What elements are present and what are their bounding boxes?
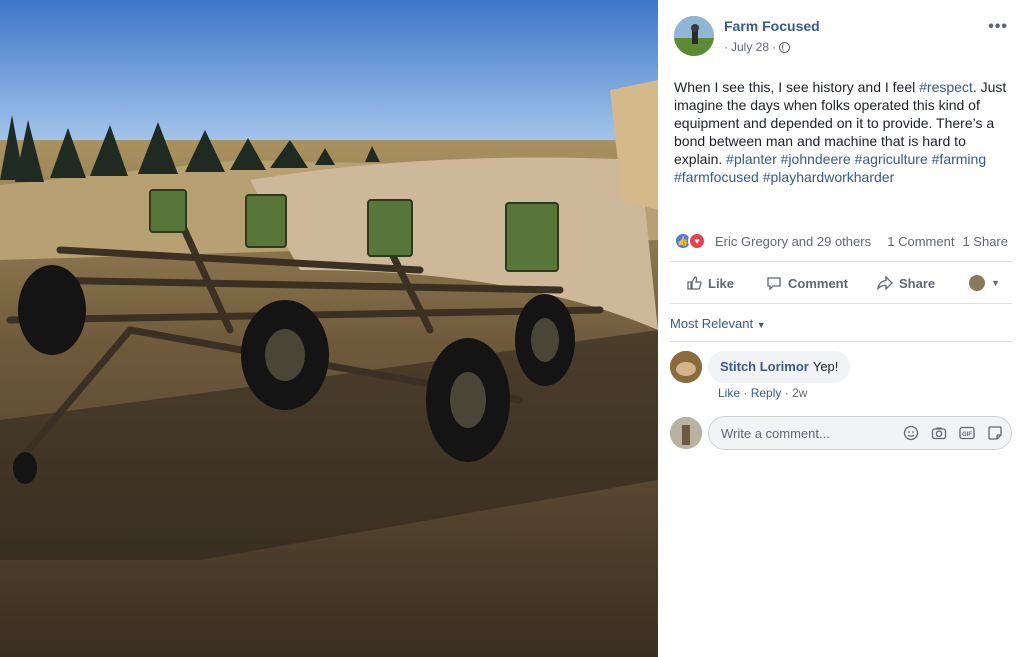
post-as-selector[interactable]: ▼ — [969, 266, 1000, 300]
share-label: Share — [899, 275, 936, 291]
dot-separator: · — [743, 386, 751, 400]
post-date[interactable]: July 28 — [731, 40, 769, 54]
comment-bubble: Stitch Lorimor Yep! — [708, 351, 851, 383]
emoji-icon[interactable] — [903, 425, 919, 441]
dot-separator: · — [784, 386, 793, 400]
page-avatar-image — [674, 16, 714, 56]
post-sidebar: Farm Focused · July 28 · ••• When I see … — [658, 0, 1024, 657]
page-avatar[interactable] — [674, 16, 714, 56]
page-name-link[interactable]: Farm Focused — [724, 18, 820, 34]
post-actions: Like Comment Share ▼ — [670, 266, 1012, 300]
chevron-down-icon: ▼ — [756, 320, 766, 330]
hashtag-johndeere[interactable]: #johndeere — [781, 151, 851, 167]
comment-sort-dropdown[interactable]: Most Relevant ▼ — [670, 316, 766, 331]
chevron-down-icon: ▼ — [991, 278, 1000, 288]
meta-separator: · — [724, 40, 728, 54]
hashtag-playhardworkharder[interactable]: #playhardworkharder — [763, 169, 895, 185]
user-avatar-small — [969, 275, 986, 291]
post-photo[interactable] — [0, 0, 658, 657]
svg-text:GIF: GIF — [962, 432, 972, 438]
reaction-names[interactable]: Eric Gregory and 29 others — [715, 234, 871, 249]
comment-author[interactable]: Stitch Lorimor — [720, 359, 809, 374]
reactions-bar: 👍 ♥ Eric Gregory and 29 others 1 Comment… — [674, 230, 1008, 252]
divider-3 — [670, 341, 1012, 342]
post-text-part-1: When I see this, I see history and I fee… — [674, 79, 920, 95]
comment-reply-link[interactable]: Reply — [751, 386, 782, 400]
comment-actions: Like · Reply · 2w — [718, 386, 807, 400]
comment-composer[interactable]: GIF — [708, 416, 1012, 450]
comment-sort-label: Most Relevant — [670, 316, 754, 331]
write-comment-row: GIF — [670, 416, 1012, 450]
gif-icon[interactable]: GIF — [959, 425, 975, 441]
like-button[interactable]: Like — [686, 266, 734, 300]
comment-button[interactable]: Comment — [766, 266, 848, 300]
love-reaction-icon: ♥ — [688, 232, 706, 250]
divider-2 — [670, 303, 1012, 304]
post-meta: · July 28 · — [724, 40, 791, 54]
comment-age[interactable]: 2w — [792, 386, 807, 400]
camera-icon[interactable] — [931, 425, 947, 441]
comment-item: Stitch Lorimor Yep! Like · Reply · 2w — [670, 351, 1012, 401]
commenter-avatar[interactable] — [670, 351, 702, 383]
comment-input[interactable] — [721, 417, 891, 449]
reaction-icons[interactable]: 👍 ♥ — [674, 232, 706, 250]
more-options-icon[interactable]: ••• — [988, 18, 1008, 36]
current-user-avatar-image — [670, 417, 702, 449]
reaction-counts: 1 Comment 1 Share — [887, 234, 1008, 249]
hashtag-planter[interactable]: #planter — [726, 151, 777, 167]
photo-viewer: Farm Focused · July 28 · ••• When I see … — [0, 0, 1024, 657]
divider — [670, 261, 1012, 262]
post-text: When I see this, I see history and I fee… — [674, 78, 1014, 186]
commenter-avatar-image — [670, 351, 702, 383]
thumbs-up-icon — [687, 276, 702, 290]
planter-photo — [0, 0, 658, 657]
comment-like-link[interactable]: Like — [718, 386, 740, 400]
current-user-avatar — [670, 417, 702, 449]
share-button[interactable]: Share — [877, 266, 935, 300]
globe-icon[interactable] — [779, 41, 791, 53]
hashtag-agriculture[interactable]: #agriculture — [855, 151, 928, 167]
like-label: Like — [708, 275, 735, 291]
post-header: Farm Focused · July 28 · ••• — [674, 16, 1008, 60]
hashtag-respect[interactable]: #respect — [919, 79, 973, 95]
comments-count[interactable]: 1 Comment — [887, 234, 954, 249]
hashtag-farming[interactable]: #farming — [932, 151, 986, 167]
comment-label: Comment — [788, 275, 848, 291]
composer-icons: GIF — [903, 425, 1003, 441]
sticker-icon[interactable] — [987, 425, 1003, 441]
hashtag-farmfocused[interactable]: #farmfocused — [674, 169, 759, 185]
comment-text: Yep! — [812, 359, 839, 374]
shares-count[interactable]: 1 Share — [962, 234, 1008, 249]
share-icon — [877, 275, 893, 291]
meta-separator-2: · — [772, 40, 777, 54]
comment-icon — [767, 277, 781, 291]
